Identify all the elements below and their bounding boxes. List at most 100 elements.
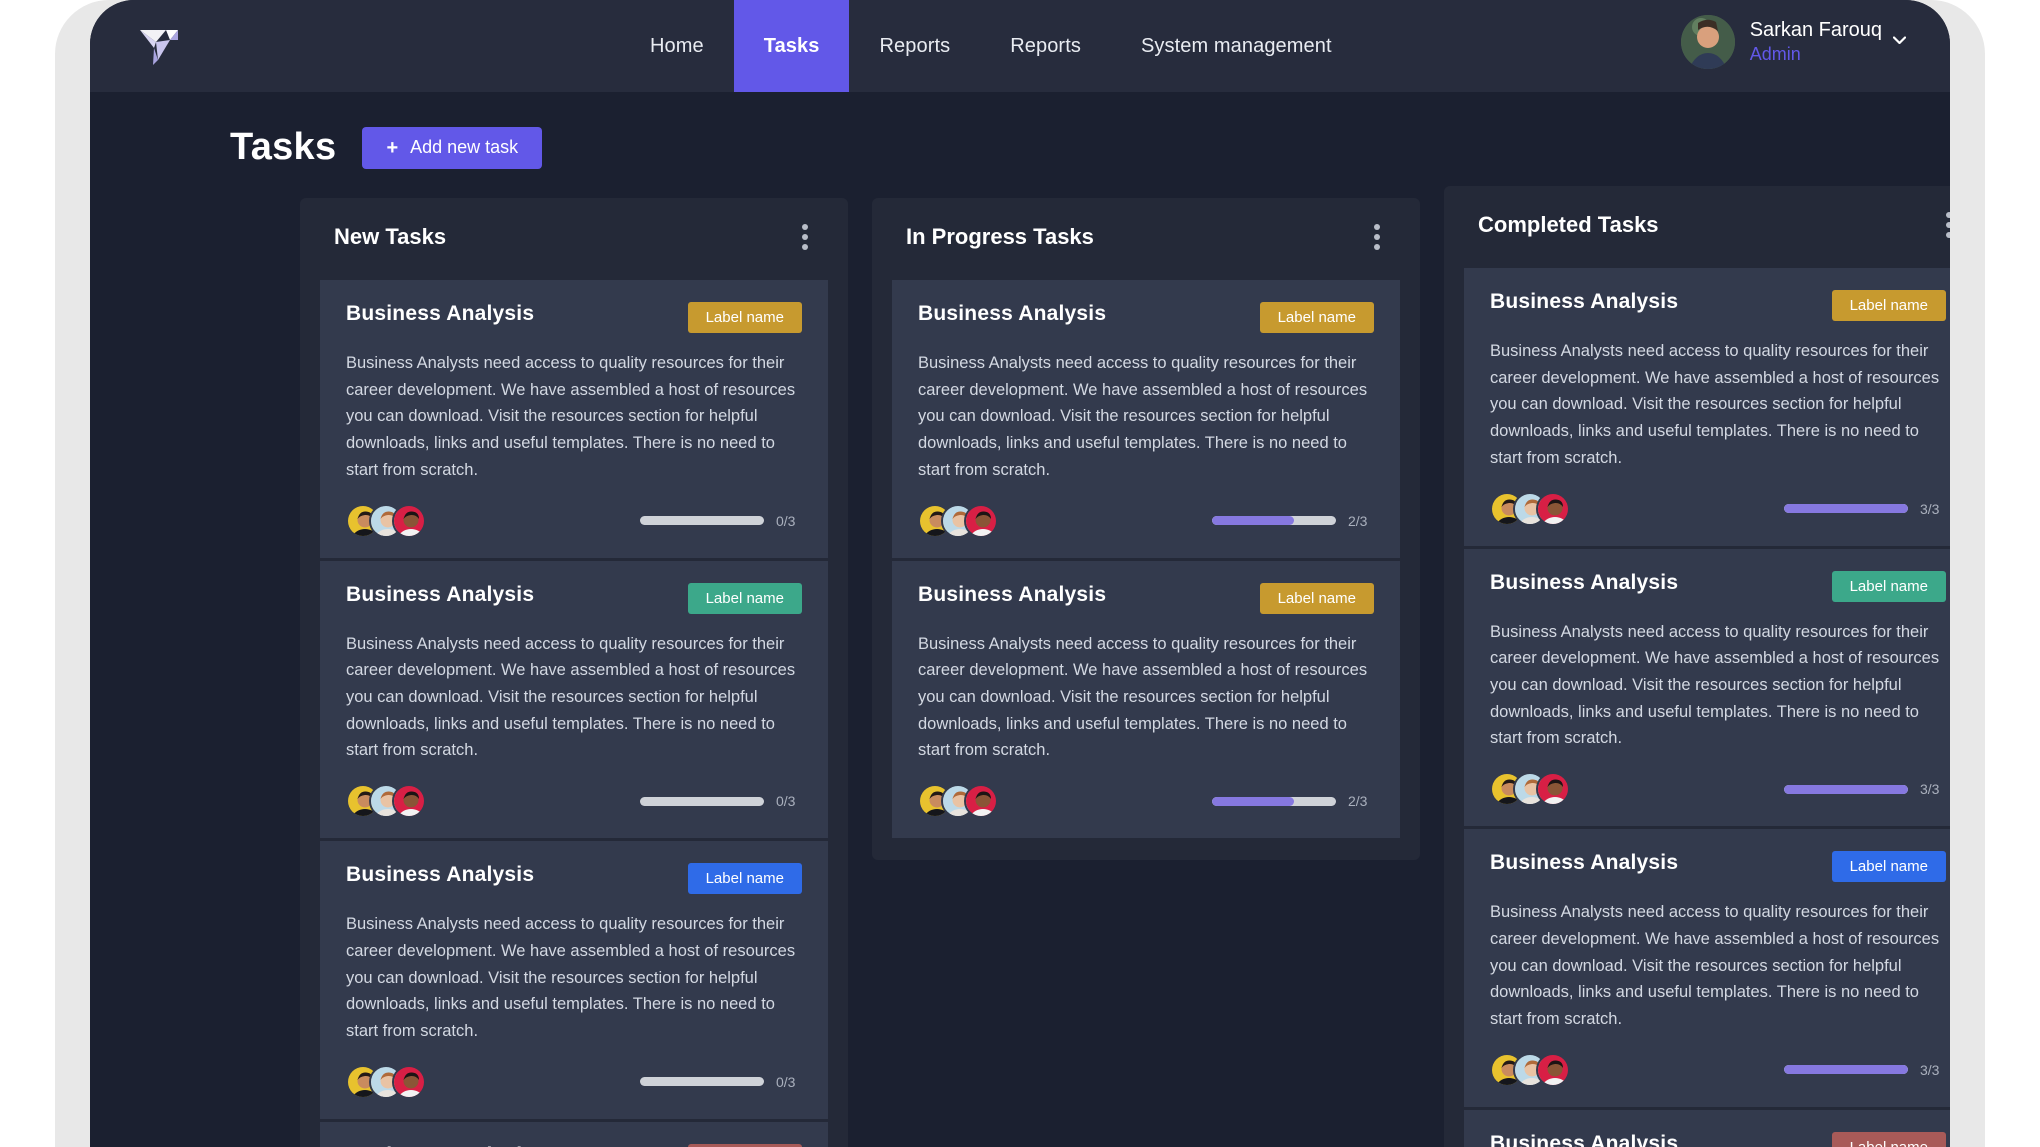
task-label-badge[interactable]: Label name bbox=[1831, 290, 1946, 321]
progress-bar bbox=[640, 516, 764, 526]
task-description: Business Analysts need access to quality… bbox=[918, 634, 1368, 760]
task-card-header: Business Analysis Label name bbox=[918, 582, 1374, 614]
add-new-task-button[interactable]: + Add new task bbox=[362, 126, 543, 169]
plus-icon: + bbox=[386, 136, 399, 159]
chevron-down-icon[interactable] bbox=[1892, 27, 1907, 44]
assignee-avatar[interactable] bbox=[1536, 1052, 1570, 1087]
nav-links: Home Tasks Reports Reports System manage… bbox=[620, 0, 1362, 92]
assignee-avatar-group bbox=[346, 1064, 426, 1099]
task-card[interactable]: Business Analysis Label name Business An… bbox=[1464, 829, 1950, 1110]
task-card-list: Business Analysis Label name Business An… bbox=[892, 280, 1400, 839]
column-title: New Tasks bbox=[334, 224, 447, 249]
task-progress: 0/3 bbox=[640, 793, 802, 809]
task-progress: 0/3 bbox=[640, 513, 802, 529]
progress-text: 2/3 bbox=[1348, 512, 1368, 529]
task-label-badge[interactable]: Label name bbox=[687, 863, 802, 895]
assignee-avatar-group bbox=[1490, 772, 1570, 807]
column-title: Completed Tasks bbox=[1478, 212, 1659, 237]
task-label-badge[interactable]: Label name bbox=[1831, 851, 1946, 883]
nav-item-reports-1[interactable]: Reports bbox=[849, 0, 980, 92]
user-profile-menu[interactable]: Sarkan Farouq Admin bbox=[1680, 15, 1907, 69]
task-card[interactable]: Business Analysis Label name Business An… bbox=[892, 280, 1400, 561]
assignee-avatar[interactable] bbox=[392, 503, 426, 538]
task-title: Business Analysis bbox=[918, 582, 1107, 606]
task-progress: 0/3 bbox=[640, 1074, 802, 1090]
nav-item-system-management[interactable]: System management bbox=[1111, 0, 1362, 92]
task-card-footer: 3/3 bbox=[1490, 491, 1946, 526]
progress-text: 0/3 bbox=[776, 793, 796, 810]
progress-text: 0/3 bbox=[776, 1073, 796, 1090]
task-description: Business Analysts need access to quality… bbox=[1490, 342, 1940, 467]
page-title: Tasks bbox=[230, 126, 337, 168]
kebab-menu-icon[interactable] bbox=[1368, 220, 1386, 254]
task-label-badge[interactable]: Label name bbox=[687, 302, 802, 333]
column-header: Completed Tasks bbox=[1464, 208, 1950, 242]
task-title: Business Analysis bbox=[1490, 1131, 1679, 1147]
assignee-avatar-group bbox=[918, 503, 998, 538]
assignee-avatar-group bbox=[346, 784, 426, 819]
app-window: Home Tasks Reports Reports System manage… bbox=[90, 0, 1950, 1147]
progress-text: 0/3 bbox=[776, 512, 796, 529]
task-board: New Tasks Business Analysis Label name B… bbox=[300, 186, 1950, 1147]
task-title: Business Analysis bbox=[346, 302, 535, 325]
progress-text: 3/3 bbox=[1920, 781, 1940, 798]
task-card[interactable]: Business Analysis Label name Business An… bbox=[320, 841, 828, 1122]
task-description: Business Analysts need access to quality… bbox=[346, 634, 796, 760]
task-card[interactable]: Business Analysis Label name Business An… bbox=[1464, 548, 1950, 830]
assignee-avatar-group bbox=[918, 784, 998, 819]
task-label-badge[interactable]: Label name bbox=[1259, 302, 1374, 333]
task-description: Business Analysts need access to quality… bbox=[1490, 622, 1940, 748]
task-title: Business Analysis bbox=[346, 582, 535, 606]
task-card-header: Business Analysis Label name bbox=[1490, 290, 1946, 321]
task-card-footer: 2/3 bbox=[918, 503, 1374, 538]
task-progress: 3/3 bbox=[1784, 1062, 1946, 1078]
user-role: Admin bbox=[1749, 44, 1801, 64]
task-title: Business Analysis bbox=[346, 863, 535, 887]
assignee-avatar[interactable] bbox=[1536, 491, 1570, 526]
nav-item-home[interactable]: Home bbox=[620, 0, 734, 92]
task-label-badge[interactable]: Label name bbox=[1831, 1131, 1946, 1147]
origami-bird-logo-icon[interactable] bbox=[132, 18, 188, 74]
task-card-header: Business Analysis Label name bbox=[1490, 851, 1946, 883]
avatar bbox=[1680, 15, 1735, 69]
task-description: Business Analysts need access to quality… bbox=[346, 915, 796, 1041]
task-card-header: Business Analysis Label name bbox=[346, 582, 802, 614]
task-progress: 3/3 bbox=[1784, 781, 1946, 797]
progress-text: 3/3 bbox=[1920, 1061, 1940, 1078]
column-header: In Progress Tasks bbox=[892, 220, 1400, 254]
task-card[interactable]: Business Analysis Label name Business An… bbox=[892, 560, 1400, 839]
task-card[interactable]: Business Analysis Label name Business An… bbox=[320, 280, 828, 561]
task-card-footer: 0/3 bbox=[346, 503, 802, 538]
task-card[interactable]: Business Analysis Label name Business An… bbox=[320, 560, 828, 842]
nav-item-reports-2[interactable]: Reports bbox=[980, 0, 1111, 92]
user-name-text: Sarkan Farouq bbox=[1749, 19, 1882, 41]
task-card[interactable]: Business Analysis Label name Business An… bbox=[1464, 1109, 1950, 1147]
nav-item-tasks[interactable]: Tasks bbox=[733, 0, 850, 92]
task-title: Business Analysis bbox=[918, 302, 1107, 325]
task-label-badge[interactable]: Label name bbox=[1259, 582, 1374, 614]
assignee-avatar-group bbox=[1490, 1052, 1570, 1087]
assignee-avatar[interactable] bbox=[964, 503, 998, 538]
assignee-avatar[interactable] bbox=[1536, 772, 1570, 807]
task-card[interactable]: Business Analysis Label name Business An… bbox=[320, 1121, 828, 1147]
add-new-task-label: Add new task bbox=[410, 137, 519, 157]
task-card-footer: 3/3 bbox=[1490, 1052, 1946, 1087]
assignee-avatar[interactable] bbox=[964, 784, 998, 819]
task-card[interactable]: Business Analysis Label name Business An… bbox=[1464, 268, 1950, 549]
task-label-badge[interactable]: Label name bbox=[1831, 570, 1946, 602]
task-progress: 2/3 bbox=[1212, 793, 1374, 809]
progress-bar bbox=[1212, 516, 1336, 526]
progress-bar bbox=[1212, 796, 1336, 806]
user-text: Sarkan Farouq Admin bbox=[1749, 19, 1907, 65]
task-card-header: Business Analysis Label name bbox=[1490, 570, 1946, 602]
task-description: Business Analysts need access to quality… bbox=[918, 354, 1368, 479]
assignee-avatar[interactable] bbox=[392, 1064, 426, 1099]
task-card-footer: 3/3 bbox=[1490, 772, 1946, 807]
kebab-menu-icon[interactable] bbox=[796, 220, 814, 254]
kebab-menu-icon[interactable] bbox=[1940, 208, 1950, 242]
task-card-list: Business Analysis Label name Business An… bbox=[320, 280, 828, 1147]
assignee-avatar[interactable] bbox=[392, 784, 426, 819]
task-title: Business Analysis bbox=[1490, 570, 1679, 594]
task-label-badge[interactable]: Label name bbox=[687, 582, 802, 614]
page-header: Tasks + Add new task bbox=[230, 126, 543, 169]
